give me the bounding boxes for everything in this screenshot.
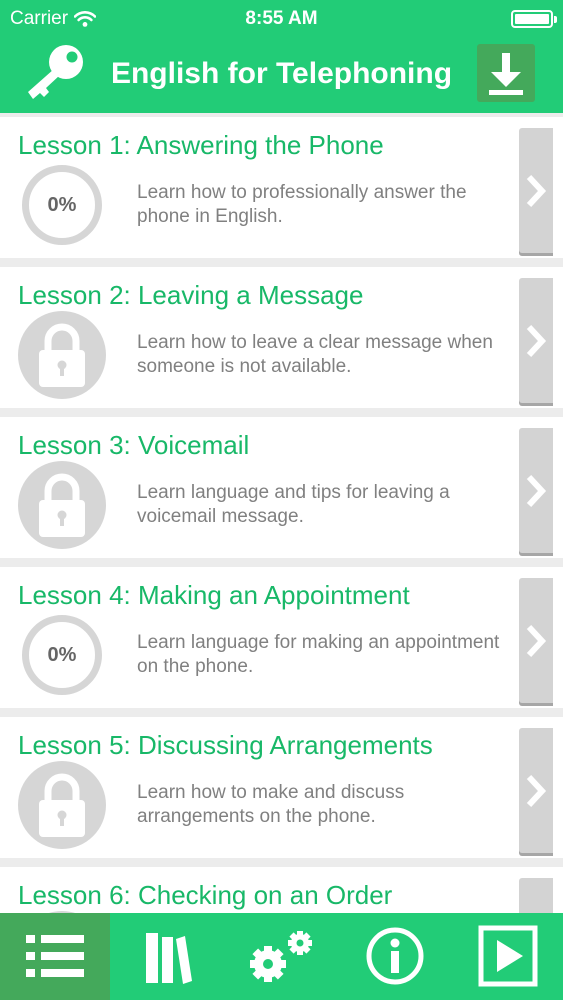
tab-info[interactable] xyxy=(338,913,451,1000)
tab-play[interactable] xyxy=(451,913,563,1000)
app-title: English for Telephoning xyxy=(110,57,453,90)
lock-icon xyxy=(18,311,106,399)
gears-icon xyxy=(250,931,312,982)
status-bar: Carrier 8:55 AM xyxy=(0,0,563,36)
lesson-card[interactable]: Lesson 5: Discussing Arrangements Learn … xyxy=(0,717,563,858)
chevron-right-icon xyxy=(526,474,547,508)
lock-icon xyxy=(18,761,106,849)
lesson-description: Learn language and tips for leaving a vo… xyxy=(137,482,450,527)
open-lesson-button[interactable] xyxy=(519,278,553,403)
open-lesson-button[interactable] xyxy=(519,128,553,253)
app-header: Carrier 8:55 AM English for Telephoning xyxy=(0,0,563,113)
chevron-right-icon xyxy=(526,624,547,658)
chevron-right-icon xyxy=(526,324,547,358)
open-lesson-button[interactable] xyxy=(519,578,553,703)
lesson-card[interactable]: Lesson 4: Making an Appointment 0% Learn… xyxy=(0,567,563,708)
tab-bar xyxy=(0,913,563,1000)
lesson-description: Learn language for making an appointment… xyxy=(137,632,500,677)
lesson-card[interactable]: Lesson 1: Answering the Phone 0% Learn h… xyxy=(0,117,563,258)
progress-ring: 0% xyxy=(22,615,102,695)
lesson-description: Learn how to leave a clear message when … xyxy=(137,332,493,377)
status-time: 8:55 AM xyxy=(245,8,318,29)
play-icon xyxy=(478,925,538,987)
lesson-title[interactable]: Lesson 2: Leaving a Message xyxy=(18,280,363,311)
tab-lessons[interactable] xyxy=(0,913,110,1000)
key-icon[interactable] xyxy=(22,42,88,102)
lesson-card[interactable]: Lesson 6: Checking on an Order xyxy=(0,867,563,913)
lesson-card[interactable]: Lesson 3: Voicemail Learn language and t… xyxy=(0,417,563,558)
lesson-description: Learn how to make and discuss arrangemen… xyxy=(137,782,405,827)
chevron-right-icon xyxy=(526,774,547,808)
tab-settings[interactable] xyxy=(223,913,338,1000)
tab-library[interactable] xyxy=(110,913,223,1000)
open-lesson-button[interactable] xyxy=(519,878,553,913)
open-lesson-button[interactable] xyxy=(519,428,553,553)
battery-icon xyxy=(511,10,557,28)
lesson-card[interactable]: Lesson 2: Leaving a Message Learn how to… xyxy=(0,267,563,408)
progress-ring: 0% xyxy=(22,165,102,245)
lesson-title[interactable]: Lesson 3: Voicemail xyxy=(18,430,249,461)
lesson-list[interactable]: Lesson 1: Answering the Phone 0% Learn h… xyxy=(0,113,563,913)
progress-label: 0% xyxy=(47,643,77,666)
books-icon xyxy=(146,933,192,984)
lesson-title[interactable]: Lesson 1: Answering the Phone xyxy=(18,130,384,161)
progress-label: 0% xyxy=(47,193,77,216)
info-icon xyxy=(366,927,424,985)
list-icon xyxy=(26,935,84,977)
open-lesson-button[interactable] xyxy=(519,728,553,853)
lesson-description: Learn how to professionally answer the p… xyxy=(137,182,467,227)
lesson-title[interactable]: Lesson 6: Checking on an Order xyxy=(18,880,392,911)
download-icon xyxy=(489,53,523,95)
lock-icon xyxy=(18,461,106,549)
lesson-title[interactable]: Lesson 5: Discussing Arrangements xyxy=(18,730,433,761)
lesson-title[interactable]: Lesson 4: Making an Appointment xyxy=(18,580,410,611)
chevron-right-icon xyxy=(526,174,547,208)
download-button[interactable] xyxy=(477,44,535,102)
